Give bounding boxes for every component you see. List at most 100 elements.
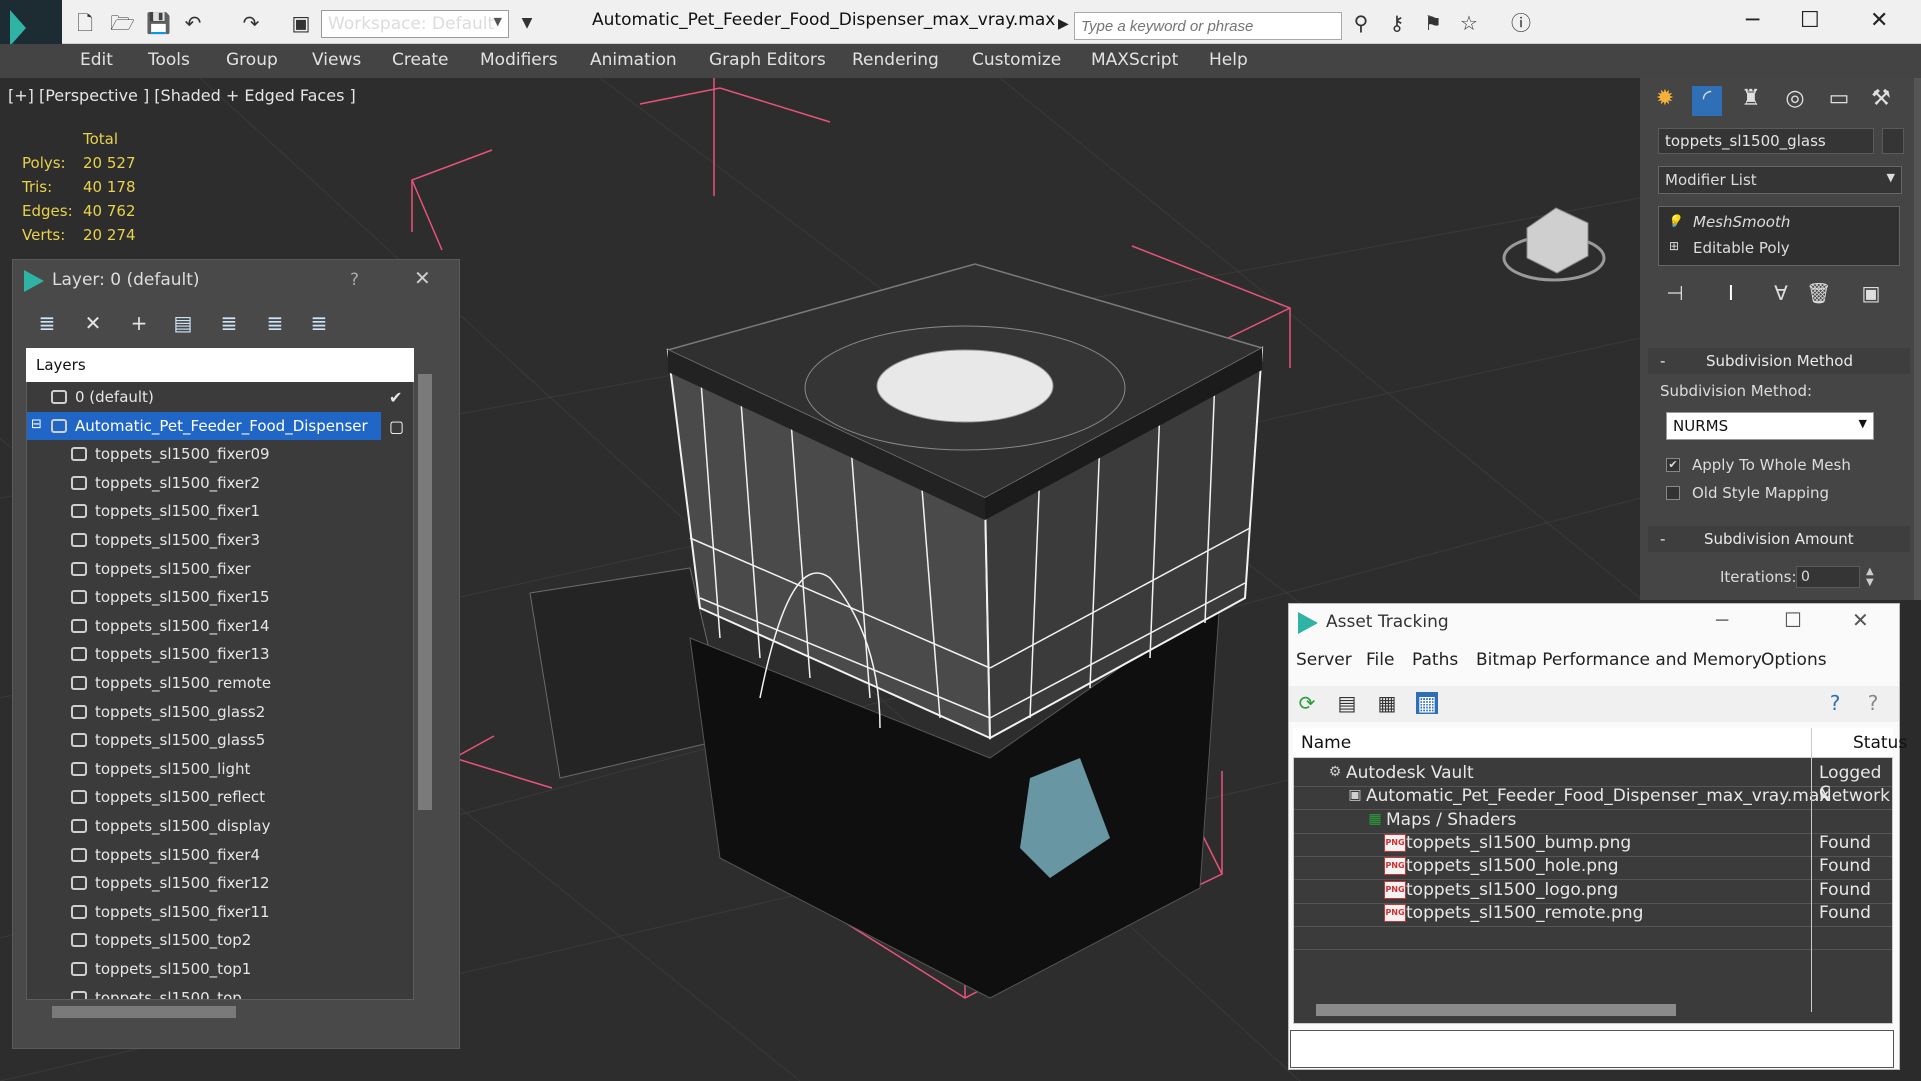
layer-row[interactable]: toppets_sl1500_top2 [27, 926, 381, 954]
layer-row[interactable]: toppets_sl1500_glass5 [27, 726, 381, 754]
signin-icon[interactable]: ⚑ [1422, 12, 1444, 34]
menu-maxscript[interactable]: MAXScript [1091, 50, 1178, 70]
close-icon[interactable]: ✕ [1852, 608, 1869, 632]
asset-menu-paths[interactable]: Paths [1412, 650, 1458, 670]
table-view-icon[interactable]: ▦ [1416, 692, 1438, 714]
workspace-menu-icon[interactable]: ▼ [516, 12, 538, 34]
stack-item-editable-poly[interactable]: ⊞ Editable Poly [1661, 237, 1897, 261]
layer-vertical-scrollbar[interactable] [418, 374, 432, 810]
display-tab-icon[interactable]: ▭ [1824, 86, 1854, 116]
layer-horizontal-scrollbar[interactable] [52, 1006, 236, 1018]
modifier-stack[interactable]: 💡 MeshSmooth ⊞ Editable Poly [1658, 206, 1900, 266]
configure-modifier-sets-icon[interactable]: ▣ [1860, 282, 1882, 304]
create-tab-icon[interactable]: ✹ [1650, 86, 1680, 116]
save-icon[interactable]: 💾 [146, 12, 171, 34]
rollout-toggle[interactable]: - [1660, 530, 1665, 548]
layer-row[interactable]: toppets_sl1500_fixer4 [27, 841, 381, 869]
object-name-field[interactable]: toppets_sl1500_glass [1658, 128, 1874, 154]
asset-menu-server[interactable]: Server [1296, 650, 1352, 670]
show-end-result-icon[interactable]: I [1720, 282, 1742, 304]
menu-tools[interactable]: Tools [148, 50, 190, 70]
layers-column-header[interactable]: Layers [26, 348, 414, 382]
layer-row[interactable]: toppets_sl1500_top1 [27, 955, 381, 983]
redo-icon[interactable]: ↷ [240, 12, 262, 34]
layer-row[interactable]: toppets_sl1500_glass2 [27, 698, 381, 726]
add-to-layer-icon[interactable]: + [128, 312, 150, 334]
menu-create[interactable]: Create [392, 50, 449, 70]
undo-icon[interactable]: ↶ [182, 12, 204, 34]
apply-whole-mesh-checkbox[interactable]: ✔ [1666, 458, 1680, 472]
expand-plus-icon[interactable]: ⊞ [1669, 239, 1679, 253]
menu-graph-editors[interactable]: Graph Editors [709, 50, 826, 70]
layer-tree[interactable]: 0 (default) ✔ ⊟ Automatic_Pet_Feeder_Food_D… [26, 348, 414, 1000]
search-input[interactable] [1074, 12, 1342, 40]
lightbulb-icon[interactable]: 💡 [1667, 214, 1682, 228]
menu-customize[interactable]: Customize [972, 50, 1061, 70]
thumbnail-view-icon[interactable]: ▦ [1376, 692, 1398, 714]
menu-modifiers[interactable]: Modifiers [480, 50, 558, 70]
refresh-icon[interactable]: ⟳ [1296, 692, 1318, 714]
workspace-select[interactable]: Workspace: Default ▼ [321, 10, 509, 38]
modify-tab-icon[interactable]: ◜ [1692, 86, 1722, 116]
vault-help-icon[interactable]: ? [1824, 692, 1846, 714]
layer-row[interactable]: toppets_sl1500_fixer09 [27, 440, 381, 468]
layer-row[interactable]: toppets_sl1500_fixer12 [27, 869, 381, 897]
menu-help[interactable]: Help [1209, 50, 1248, 70]
minimize-icon[interactable]: ─ [1716, 608, 1728, 632]
layer-row[interactable]: toppets_sl1500_fixer13 [27, 640, 381, 668]
vault-settings-icon[interactable]: ? [1862, 692, 1884, 714]
stack-item-meshsmooth[interactable]: 💡 MeshSmooth [1661, 211, 1897, 235]
make-unique-icon[interactable]: ∀ [1770, 282, 1792, 304]
column-divider[interactable] [1811, 728, 1812, 1012]
command-panel-scrollbar[interactable] [1914, 78, 1921, 600]
utilities-tab-icon[interactable]: ⚒ [1866, 86, 1896, 116]
layer-row[interactable]: toppets_sl1500_light [27, 755, 381, 783]
layer-row[interactable]: toppets_sl1500_fixer2 [27, 469, 381, 497]
layer-row[interactable]: toppets_sl1500_display [27, 812, 381, 840]
layer-row[interactable]: toppets_sl1500_remote [27, 669, 381, 697]
layer-row[interactable]: toppets_sl1500_fixer14 [27, 612, 381, 640]
hide-all-layers-icon[interactable]: ≣ [264, 312, 286, 334]
asset-menu-file[interactable]: File [1366, 650, 1394, 670]
pin-stack-icon[interactable]: ⊣ [1664, 282, 1686, 304]
spinner-arrows-icon[interactable]: ▲ ▼ [1866, 566, 1874, 588]
binoculars-icon[interactable]: ⚲ [1350, 12, 1372, 34]
motion-tab-icon[interactable]: ◎ [1780, 86, 1810, 116]
minimize-icon[interactable]: ─ [1746, 8, 1759, 33]
menu-edit[interactable]: Edit [80, 50, 113, 70]
project-folder-icon[interactable]: ▣ [290, 12, 312, 34]
expand-toggle-icon[interactable]: ⊟ [31, 417, 42, 432]
modifier-list-dropdown[interactable]: Modifier List ▼ [1658, 166, 1902, 194]
menu-animation[interactable]: Animation [590, 50, 677, 70]
layer-row[interactable]: toppets_sl1500_fixer3 [27, 526, 381, 554]
maximize-icon[interactable]: ☐ [1800, 8, 1820, 33]
search-arrow-icon[interactable]: ▶ [1058, 16, 1069, 32]
hierarchy-tab-icon[interactable]: ♜ [1736, 86, 1766, 116]
maximize-icon[interactable]: ☐ [1784, 608, 1802, 632]
asset-table[interactable]: ⚙ Autodesk Vault Logged C ▣ Automatic_Pet_Fe… [1293, 728, 1893, 1024]
column-name[interactable]: Name [1301, 733, 1351, 753]
select-in-layer-icon[interactable]: ▤ [172, 312, 194, 334]
new-file-icon[interactable]: 🗋 [74, 12, 96, 34]
remove-modifier-icon[interactable]: 🗑 [1806, 282, 1831, 304]
favorite-star-icon[interactable]: ☆ [1458, 12, 1480, 34]
current-layer-check-icon[interactable]: ✔ [389, 388, 402, 407]
open-file-icon[interactable]: 🗁 [110, 12, 135, 34]
menu-views[interactable]: Views [312, 50, 361, 70]
layer-row[interactable]: toppets_sl1500_top [27, 984, 381, 999]
key-icon[interactable]: ⚷ [1386, 12, 1408, 34]
viewcube-icon[interactable] [1526, 207, 1589, 274]
asset-horizontal-scrollbar[interactable] [1316, 1004, 1676, 1016]
make-current-layer-icon[interactable]: ▢ [389, 417, 404, 436]
asset-menu-bitmap-performance[interactable]: Bitmap Performance and Memory [1476, 650, 1762, 670]
highlight-layer-icon[interactable]: ≣ [218, 312, 240, 334]
old-style-mapping-checkbox[interactable] [1666, 486, 1680, 500]
rollout-toggle[interactable]: - [1660, 352, 1665, 370]
iterations-spinner[interactable]: 0 [1796, 566, 1860, 588]
layer-row[interactable]: toppets_sl1500_fixer11 [27, 898, 381, 926]
layer-row[interactable]: toppets_sl1500_fixer1 [27, 497, 381, 525]
object-color-swatch[interactable] [1882, 128, 1904, 154]
column-status[interactable]: Status [1853, 733, 1907, 753]
list-view-icon[interactable]: ▤ [1336, 692, 1358, 714]
layer-row[interactable]: toppets_sl1500_reflect [27, 783, 381, 811]
